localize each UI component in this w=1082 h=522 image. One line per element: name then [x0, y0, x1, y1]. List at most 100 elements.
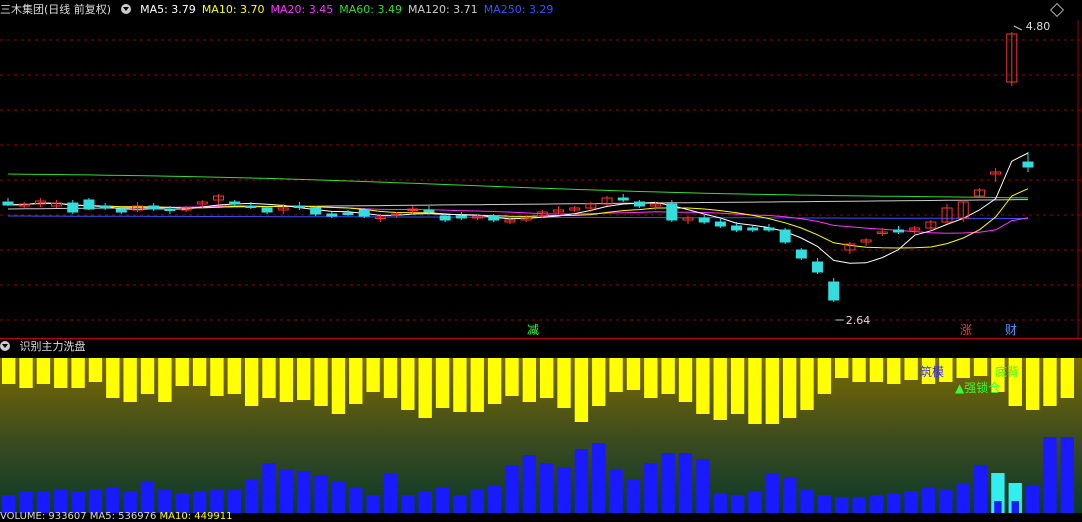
candle-body — [2, 201, 14, 206]
yellow-bar — [314, 358, 328, 406]
yellow-bar — [36, 358, 51, 384]
indicator-dropdown-icon[interactable] — [0, 341, 10, 351]
volume-bar — [661, 453, 675, 513]
volume-value: VOLUME: 933607 — [0, 511, 87, 522]
volume-bar — [54, 489, 68, 513]
volume-bar — [106, 487, 120, 513]
volume-bar — [331, 481, 346, 513]
yellow-bar — [522, 358, 536, 402]
volume-bar — [592, 443, 606, 513]
candle-body — [229, 201, 241, 205]
volume-bar — [505, 465, 519, 513]
volume-bar — [453, 495, 467, 513]
volume-bar — [366, 495, 380, 513]
candle-body — [488, 215, 500, 221]
yellow-bar — [2, 358, 16, 384]
yellow-bar — [192, 358, 207, 386]
yellow-bar — [661, 358, 675, 394]
volume-bar — [887, 493, 901, 513]
candle-body — [714, 221, 726, 227]
volume-bar — [88, 489, 103, 513]
volume-bar — [19, 491, 33, 513]
volume-bar — [244, 479, 259, 513]
indicator-title[interactable]: 识别主力洗盘 — [20, 340, 86, 353]
candle-body — [358, 209, 370, 217]
volume-bar — [869, 495, 884, 513]
volume-bar — [973, 465, 988, 513]
volume-bar — [1060, 437, 1074, 513]
yellow-bar — [88, 358, 103, 382]
volume-bar — [418, 491, 432, 513]
candle-body — [795, 249, 807, 259]
volume-bar — [435, 487, 450, 513]
volume-bar — [557, 467, 571, 513]
yellow-bar — [557, 358, 571, 408]
yellow-bar — [505, 358, 519, 396]
yellow-bar — [904, 358, 918, 380]
main-price-chart[interactable]: 三木集团(日线 前复权) MA5: 3.79 MA10: 3.70 MA20: 3.… — [0, 0, 1082, 338]
volume-bar — [748, 491, 762, 513]
yellow-bar — [262, 358, 276, 398]
candle-body — [67, 202, 79, 213]
yellow-bar — [453, 358, 467, 412]
yellow-bar — [800, 358, 814, 410]
yellow-bar — [644, 358, 658, 398]
yellow-bar — [227, 358, 241, 394]
volume-bar — [279, 469, 294, 513]
candle-body — [455, 215, 467, 219]
yellow-bar — [106, 358, 120, 398]
candle-body — [115, 208, 127, 213]
volume-bar — [297, 471, 311, 513]
volume-bar — [349, 487, 363, 513]
volume-bar — [36, 491, 51, 513]
volume-bar — [470, 489, 484, 513]
indicator-signal-1: 底背 — [995, 364, 1019, 379]
indicator-plot-area[interactable]: ▲强锁仓底背 筑模 — [0, 358, 1082, 513]
yellow-bar — [540, 358, 554, 398]
marker-0: 减 — [527, 323, 539, 337]
yellow-bar — [244, 358, 259, 406]
ma60-line — [7, 173, 1029, 199]
yellow-bar — [765, 358, 779, 424]
yellow-bar — [123, 358, 137, 402]
yellow-bar — [19, 358, 33, 388]
yellow-bar — [730, 358, 745, 414]
candle-body — [439, 215, 451, 221]
candle-body — [245, 205, 257, 208]
volume-bar — [158, 489, 172, 513]
yellow-bar — [1025, 358, 1040, 410]
volume-bar — [71, 491, 85, 513]
candle-body — [164, 208, 176, 211]
volume-footer: VOLUME: 933607 MA5: 536976 MA10: 449911 — [0, 511, 1082, 522]
volume-bar — [626, 479, 641, 513]
yellow-bar — [297, 358, 311, 400]
indicator-signal-2: 筑模 — [920, 364, 944, 379]
indicator-panel[interactable]: 识别主力洗盘 ▲强锁仓 底背 筑模 — [0, 338, 1082, 521]
volume-bar — [140, 481, 155, 513]
volume-bar — [262, 463, 276, 513]
volume-bar — [401, 495, 415, 513]
yellow-bar — [973, 358, 988, 376]
volume-bar — [540, 463, 554, 513]
low-price-label: 2.64 — [846, 314, 871, 327]
yellow-bar — [696, 358, 710, 414]
yellow-bar — [626, 358, 641, 390]
candle-body — [731, 225, 743, 231]
yellow-bar — [279, 358, 294, 402]
yellow-bar — [887, 358, 901, 384]
yellow-bar — [609, 358, 623, 392]
volume-bar — [696, 459, 710, 513]
volume-bar — [678, 453, 693, 513]
volume-bar — [314, 475, 328, 513]
yellow-bar — [835, 358, 849, 378]
yellow-bar — [852, 358, 866, 382]
yellow-bar — [487, 358, 502, 404]
volume-bar — [175, 493, 189, 513]
yellow-bar — [435, 358, 450, 408]
yellow-bar — [210, 358, 224, 396]
yellow-bar — [140, 358, 155, 394]
candle-body — [617, 197, 629, 201]
candle-body — [326, 213, 338, 217]
candle-body — [779, 229, 791, 243]
price-plot-area[interactable]: 4.80 2.64 减 涨 财 — [0, 0, 1082, 338]
